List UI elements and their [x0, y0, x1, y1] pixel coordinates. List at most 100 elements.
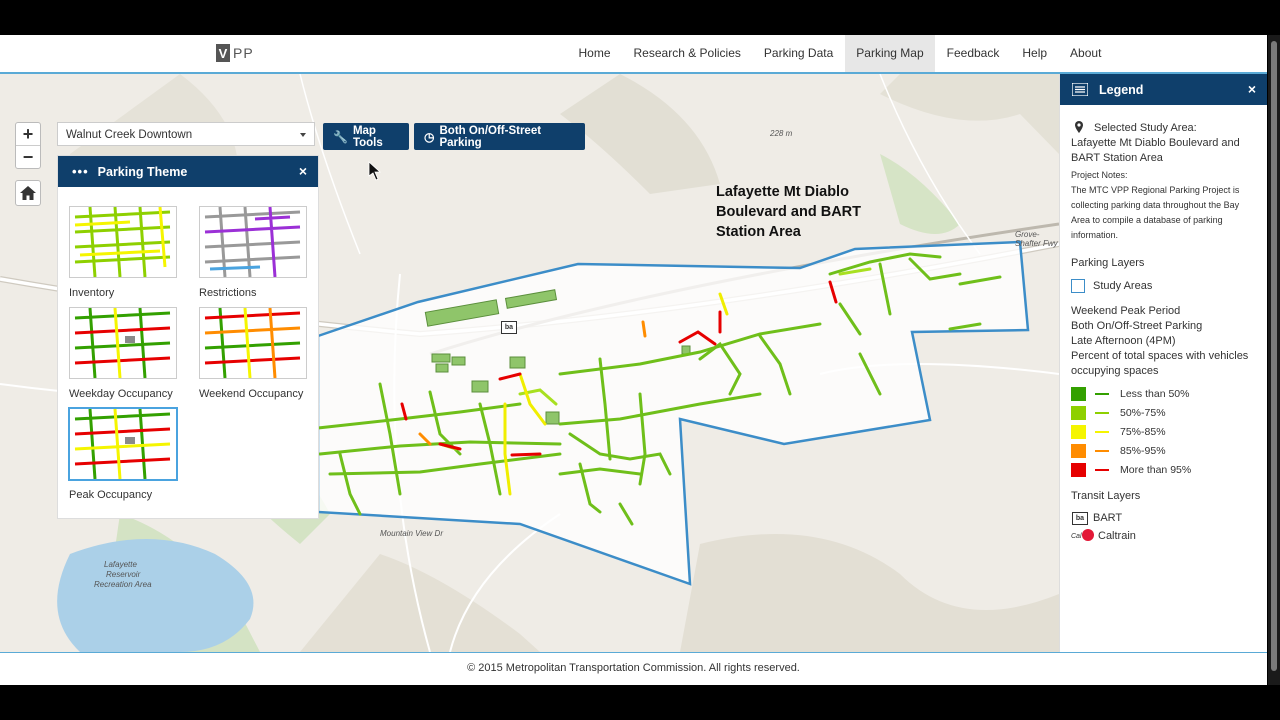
- map-label-reservoir-2: Reservoir: [106, 570, 141, 579]
- map-pin-icon: [1075, 121, 1083, 136]
- map-label-reservoir-1: Lafayette: [104, 560, 137, 569]
- occupancy-class-label: 85%-95%: [1120, 445, 1166, 457]
- parking-map[interactable]: + − Walnut Creek Downtown 🔧 Map Tools ◷ …: [0, 74, 1059, 652]
- legend-parking-layers: Parking Layers: [1071, 257, 1145, 269]
- parking-filter-label: Both On/Off-Street Parking: [439, 124, 542, 149]
- restrictions-thumbnail: [204, 207, 301, 277]
- nav-home[interactable]: Home: [567, 35, 622, 72]
- parking-filter-button[interactable]: ◷ Both On/Off-Street Parking: [414, 123, 585, 150]
- bart-icon: ba: [1072, 512, 1088, 525]
- weekday-thumbnail: [74, 308, 171, 378]
- navbar: V PP Home Research & Policies Parking Da…: [0, 35, 1267, 74]
- theme-tile-weekend-occupancy[interactable]: Weekend Occupancy: [199, 307, 307, 400]
- inventory-thumbnail: [74, 207, 171, 277]
- theme-thumb-weekday: [69, 307, 177, 379]
- legend-bart: BART: [1093, 512, 1123, 524]
- occupancy-class-label: 50%-75%: [1120, 407, 1166, 419]
- legend-desc-1: Percent of total spaces with vehicles: [1071, 350, 1249, 362]
- theme-thumb-peak: [69, 408, 177, 480]
- map-label-street: Mountain View Dr: [380, 529, 443, 538]
- home-extent-button[interactable]: [15, 180, 41, 206]
- occupancy-line-swatch: [1095, 412, 1109, 414]
- theme-caption-weekday: Weekday Occupancy: [69, 388, 173, 400]
- weekend-thumbnail: [204, 308, 301, 378]
- occupancy-swatch: [1071, 463, 1086, 477]
- study-area-select[interactable]: Walnut Creek Downtown: [57, 122, 315, 146]
- clock-icon: ◷: [424, 129, 435, 144]
- map-label-reservoir-3: Recreation Area: [94, 580, 152, 589]
- parking-theme-panel: ••• Parking Theme × Inventory Restrictio…: [57, 155, 319, 519]
- close-icon[interactable]: ×: [299, 163, 307, 179]
- theme-tile-inventory[interactable]: Inventory: [69, 206, 177, 299]
- theme-thumb-inventory: [69, 206, 177, 278]
- scrollbar-thumb[interactable]: [1271, 41, 1277, 671]
- legend-panel: Legend × Selected Study Area: Lafayette …: [1059, 74, 1267, 652]
- peak-thumbnail: [74, 409, 171, 479]
- legend-selected-value-2: BART Station Area: [1071, 152, 1163, 164]
- nav-about[interactable]: About: [1059, 35, 1113, 72]
- legend-time: Late Afternoon (4PM): [1071, 335, 1176, 347]
- zoom-control: + −: [15, 122, 41, 169]
- nav-feedback[interactable]: Feedback: [935, 35, 1011, 72]
- legend-notes-4: information.: [1071, 230, 1119, 240]
- legend-notes-3: Area to compile a database of parking: [1071, 215, 1223, 225]
- occupancy-class-label: More than 95%: [1120, 464, 1192, 476]
- bart-station-icon[interactable]: ba: [501, 321, 517, 334]
- app-logo[interactable]: V PP: [216, 44, 254, 62]
- map-label-elevation: 228 m: [770, 129, 793, 138]
- legend-header: Legend ×: [1060, 74, 1267, 105]
- home-icon: [20, 186, 36, 200]
- nav-parking-data[interactable]: Parking Data: [752, 35, 844, 72]
- theme-tile-peak-occupancy[interactable]: Peak Occupancy: [69, 408, 177, 501]
- legend-notes-label: Project Notes:: [1071, 170, 1128, 180]
- map-label-highway: Grove-Shafter Fwy: [1015, 230, 1058, 248]
- footer: © 2015 Metropolitan Transportation Commi…: [0, 652, 1267, 685]
- occupancy-line-swatch: [1095, 393, 1109, 395]
- study-areas-swatch: [1071, 279, 1085, 293]
- legend-notes-2: collecting parking data throughout the B…: [1071, 200, 1240, 210]
- parking-theme-header: ••• Parking Theme ×: [58, 156, 318, 187]
- main-nav: Home Research & Policies Parking Data Pa…: [567, 35, 1113, 72]
- legend-parking-type: Both On/Off-Street Parking: [1071, 320, 1203, 332]
- map-tools-label: Map Tools: [352, 124, 383, 149]
- legend-selected-label: Selected Study Area:: [1094, 122, 1197, 134]
- occupancy-line-swatch: [1095, 431, 1109, 433]
- nav-research-policies[interactable]: Research & Policies: [622, 35, 752, 72]
- logo-mark: V: [216, 44, 230, 62]
- legend-caltrain: Caltrain: [1098, 530, 1136, 542]
- chevron-down-icon: [300, 133, 306, 137]
- nav-parking-map[interactable]: Parking Map: [844, 35, 936, 72]
- svg-text:Cal: Cal: [1071, 533, 1082, 540]
- legend-period: Weekend Peak Period: [1071, 305, 1181, 317]
- study-area-select-value: Walnut Creek Downtown: [66, 129, 193, 141]
- app-window: V PP Home Research & Policies Parking Da…: [0, 35, 1267, 685]
- vertical-scrollbar[interactable]: [1268, 35, 1280, 685]
- study-area-label-line-2: Boulevard and BART: [716, 204, 862, 220]
- zoom-out-button[interactable]: −: [16, 145, 40, 168]
- theme-caption-restrictions: Restrictions: [199, 287, 257, 299]
- study-area-map-label: Lafayette Mt Diablo Boulevard and BART S…: [716, 182, 861, 242]
- occupancy-swatch: [1071, 387, 1086, 401]
- menu-dots-icon[interactable]: •••: [72, 164, 89, 179]
- study-area-label-line-3: Station Area: [716, 224, 801, 240]
- legend-study-areas: Study Areas: [1093, 280, 1153, 292]
- legend-list-icon: [1072, 83, 1088, 96]
- occupancy-class-label: Less than 50%: [1120, 388, 1190, 400]
- logo-text: PP: [233, 45, 254, 61]
- map-tools-button[interactable]: 🔧 Map Tools: [323, 123, 409, 150]
- theme-caption-inventory: Inventory: [69, 287, 115, 299]
- study-area-label-line-1: Lafayette Mt Diablo: [716, 184, 849, 200]
- occupancy-swatch: [1071, 406, 1086, 420]
- nav-help[interactable]: Help: [1011, 35, 1059, 72]
- theme-tile-restrictions[interactable]: Restrictions: [199, 206, 307, 299]
- zoom-in-button[interactable]: +: [16, 123, 40, 145]
- legend-selected-value-1: Lafayette Mt Diablo Boulevard and: [1071, 137, 1240, 149]
- occupancy-swatch: [1071, 444, 1086, 458]
- parking-theme-title: Parking Theme: [97, 164, 188, 179]
- close-icon[interactable]: ×: [1248, 81, 1256, 97]
- occupancy-swatch: [1071, 425, 1086, 439]
- mouse-cursor: [368, 161, 382, 181]
- caltrain-icon: Cal: [1071, 529, 1095, 541]
- wrench-icon: 🔧: [333, 129, 348, 144]
- theme-tile-weekday-occupancy[interactable]: Weekday Occupancy: [69, 307, 177, 400]
